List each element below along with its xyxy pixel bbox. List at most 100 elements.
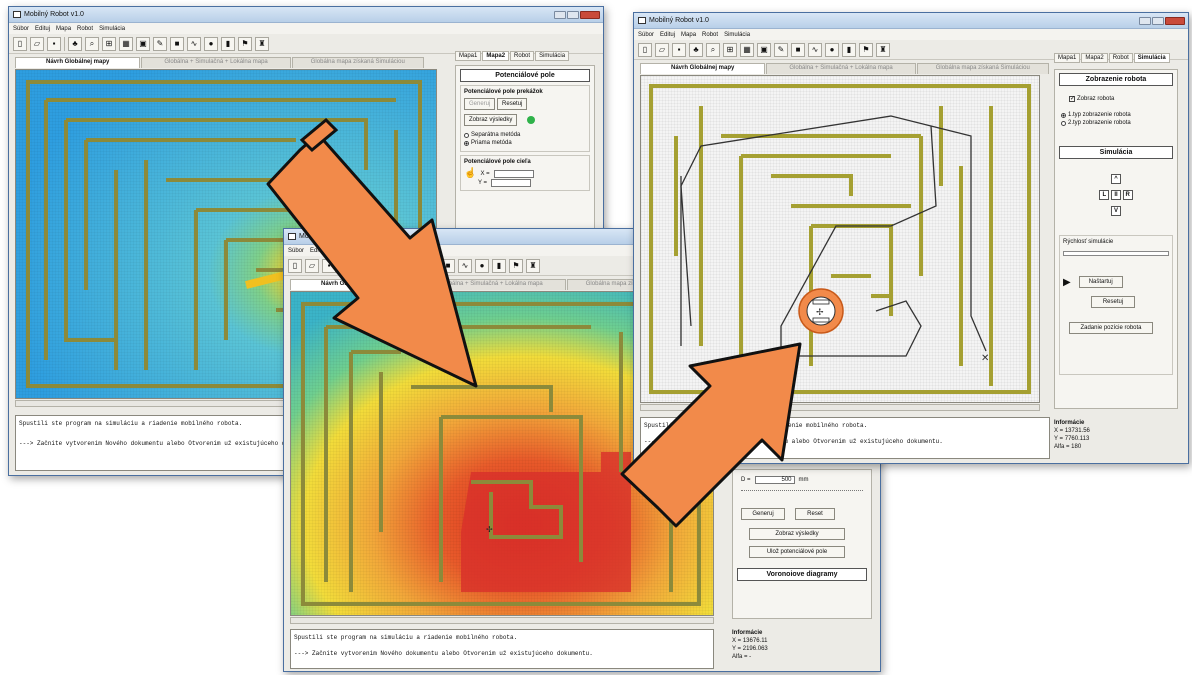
new-icon[interactable]: ▯ xyxy=(288,258,302,273)
tab-design-map[interactable]: Návrh Globálnej mapy xyxy=(290,279,416,290)
tab-combined-map[interactable]: Globálna + Simulačná + Lokálna mapa xyxy=(141,57,291,68)
method-direct[interactable]: Priama metóda xyxy=(464,140,586,146)
set-position-button[interactable]: Zadanie pozície robota xyxy=(1069,322,1153,334)
open-icon[interactable]: ▱ xyxy=(30,36,44,51)
speed-slider[interactable] xyxy=(1063,251,1169,256)
new-icon[interactable]: ▯ xyxy=(13,36,27,51)
tab-sim-map[interactable]: Globálna mapa získaná Simuláciou xyxy=(291,57,424,68)
field-icon[interactable]: ■ xyxy=(791,42,805,57)
horizontal-scrollbar[interactable] xyxy=(290,617,714,624)
menu-edit[interactable]: Edituj xyxy=(35,26,50,32)
path-icon[interactable]: ∿ xyxy=(458,258,472,273)
wall-icon[interactable]: ▦ xyxy=(119,36,133,51)
tab-combined-map[interactable]: Globálna + Simulačná + Lokálna mapa xyxy=(766,63,916,74)
method-separate[interactable]: Separátna metóda xyxy=(464,132,586,138)
circle-icon[interactable]: ● xyxy=(204,36,218,51)
show-robot-checkbox[interactable]: ✓ Zobraz robota xyxy=(1069,96,1163,102)
menu-map[interactable]: Mapa xyxy=(56,26,71,32)
menu-edit[interactable]: Edituj xyxy=(310,248,325,254)
maximize-button[interactable] xyxy=(1152,16,1164,25)
move-down-button[interactable]: V xyxy=(1111,206,1121,216)
search-icon[interactable]: ⌕ xyxy=(85,36,99,51)
pencil-icon[interactable]: ✎ xyxy=(153,36,167,51)
turn-right-button[interactable]: R xyxy=(1122,190,1133,200)
map-icon[interactable]: ▣ xyxy=(757,42,771,57)
show-results-button[interactable]: Zobraz výsledky xyxy=(464,114,518,126)
map-icon[interactable]: ▣ xyxy=(407,258,421,273)
tab-simulation[interactable]: Simulácia xyxy=(1133,53,1170,63)
menu-simulation[interactable]: Simulácia xyxy=(374,248,400,254)
d-input[interactable]: 500 xyxy=(754,476,795,484)
save-icon[interactable]: ▪ xyxy=(322,258,336,273)
tab-robot[interactable]: Robot xyxy=(510,51,535,61)
robot[interactable]: ✢ xyxy=(798,288,844,334)
save-field-button[interactable]: Ulož potenciálové pole xyxy=(749,546,845,558)
open-icon[interactable]: ▱ xyxy=(655,42,669,57)
circle-icon[interactable]: ● xyxy=(475,258,489,273)
tab-mapa2[interactable]: Mapa2 xyxy=(482,51,510,61)
grid-icon[interactable]: ⊞ xyxy=(723,42,737,57)
menu-robot[interactable]: Robot xyxy=(77,26,93,32)
wall-icon[interactable]: ▦ xyxy=(390,258,404,273)
tab-sim-map[interactable]: Globálna mapa získaná Simuláciou xyxy=(916,63,1049,74)
play-icon[interactable]: ▶ xyxy=(1063,277,1071,288)
reset-button[interactable]: Resetuj xyxy=(1091,296,1135,308)
generate-button[interactable]: Generuj xyxy=(464,98,496,110)
menu-simulation[interactable]: Simulácia xyxy=(99,26,125,32)
map-icon[interactable]: ▣ xyxy=(136,36,150,51)
robot-icon[interactable]: ♣ xyxy=(68,36,82,51)
menu-file[interactable]: Súbor xyxy=(638,32,654,38)
flag-icon[interactable]: ⚑ xyxy=(859,42,873,57)
save-icon[interactable]: ▪ xyxy=(47,36,61,51)
menu-map[interactable]: Mapa xyxy=(331,248,346,254)
d-slider[interactable] xyxy=(741,490,863,500)
robot-icon[interactable]: ♣ xyxy=(339,258,353,273)
show-results-button[interactable]: Zobraz výsledky xyxy=(749,528,845,540)
menu-edit[interactable]: Edituj xyxy=(660,32,675,38)
robot-icon[interactable]: ♣ xyxy=(689,42,703,57)
color-icon[interactable]: ▮ xyxy=(221,36,235,51)
tab-design-map[interactable]: Návrh Globálnej mapy xyxy=(15,57,141,68)
color-icon[interactable]: ▮ xyxy=(842,42,856,57)
field-icon[interactable]: ■ xyxy=(441,258,455,273)
flag-icon[interactable]: ⚑ xyxy=(509,258,523,273)
horizontal-scrollbar[interactable] xyxy=(640,404,1040,411)
reset-button[interactable]: Resetuj xyxy=(497,98,528,110)
minimize-button[interactable] xyxy=(1139,16,1151,25)
robot-target-icon[interactable]: ♜ xyxy=(526,258,540,273)
reset-button[interactable]: Reset xyxy=(795,508,835,520)
wall-icon[interactable]: ▦ xyxy=(740,42,754,57)
menu-map[interactable]: Mapa xyxy=(681,32,696,38)
turn-left-button[interactable]: L xyxy=(1099,190,1110,200)
tab-mapa2[interactable]: Mapa2 xyxy=(1081,53,1108,63)
tab-mapa1[interactable]: Mapa1 xyxy=(1054,53,1081,63)
map-canvas[interactable]: ✢ ✕ xyxy=(640,75,1040,403)
path-icon[interactable]: ∿ xyxy=(187,36,201,51)
menu-simulation[interactable]: Simulácia xyxy=(724,32,750,38)
grid-icon[interactable]: ⊞ xyxy=(102,36,116,51)
menu-file[interactable]: Súbor xyxy=(288,248,304,254)
move-up-button[interactable]: ^ xyxy=(1111,174,1121,184)
close-button[interactable] xyxy=(1165,16,1185,25)
start-button[interactable]: Naštartuj xyxy=(1078,276,1123,288)
tab-combined-map[interactable]: Globálna + Simulačná + Lokálna mapa xyxy=(416,279,566,290)
voronoi-title[interactable]: Voronoiove diagramy xyxy=(737,568,867,581)
close-button[interactable] xyxy=(580,10,600,19)
tab-robot[interactable]: Robot xyxy=(1108,53,1133,63)
color-icon[interactable]: ▮ xyxy=(492,258,506,273)
y-input[interactable] xyxy=(491,179,532,187)
tab-mapa1[interactable]: Mapa1 xyxy=(455,51,482,61)
circle-icon[interactable]: ● xyxy=(825,42,839,57)
field-icon[interactable]: ■ xyxy=(170,36,184,51)
pause-button[interactable]: II xyxy=(1111,190,1121,200)
open-icon[interactable]: ▱ xyxy=(305,258,319,273)
flag-icon[interactable]: ⚑ xyxy=(238,36,252,51)
robot-target-icon[interactable]: ♜ xyxy=(255,36,269,51)
tab-simulation[interactable]: Simulácia xyxy=(535,51,570,61)
new-icon[interactable]: ▯ xyxy=(638,42,652,57)
robot-type-2[interactable]: 2.typ zobrazenie robota xyxy=(1061,120,1171,126)
search-icon[interactable]: ⌕ xyxy=(706,42,720,57)
grid-icon[interactable]: ⊞ xyxy=(373,258,387,273)
pencil-icon[interactable]: ✎ xyxy=(774,42,788,57)
tab-design-map[interactable]: Návrh Globálnej mapy xyxy=(640,63,766,74)
